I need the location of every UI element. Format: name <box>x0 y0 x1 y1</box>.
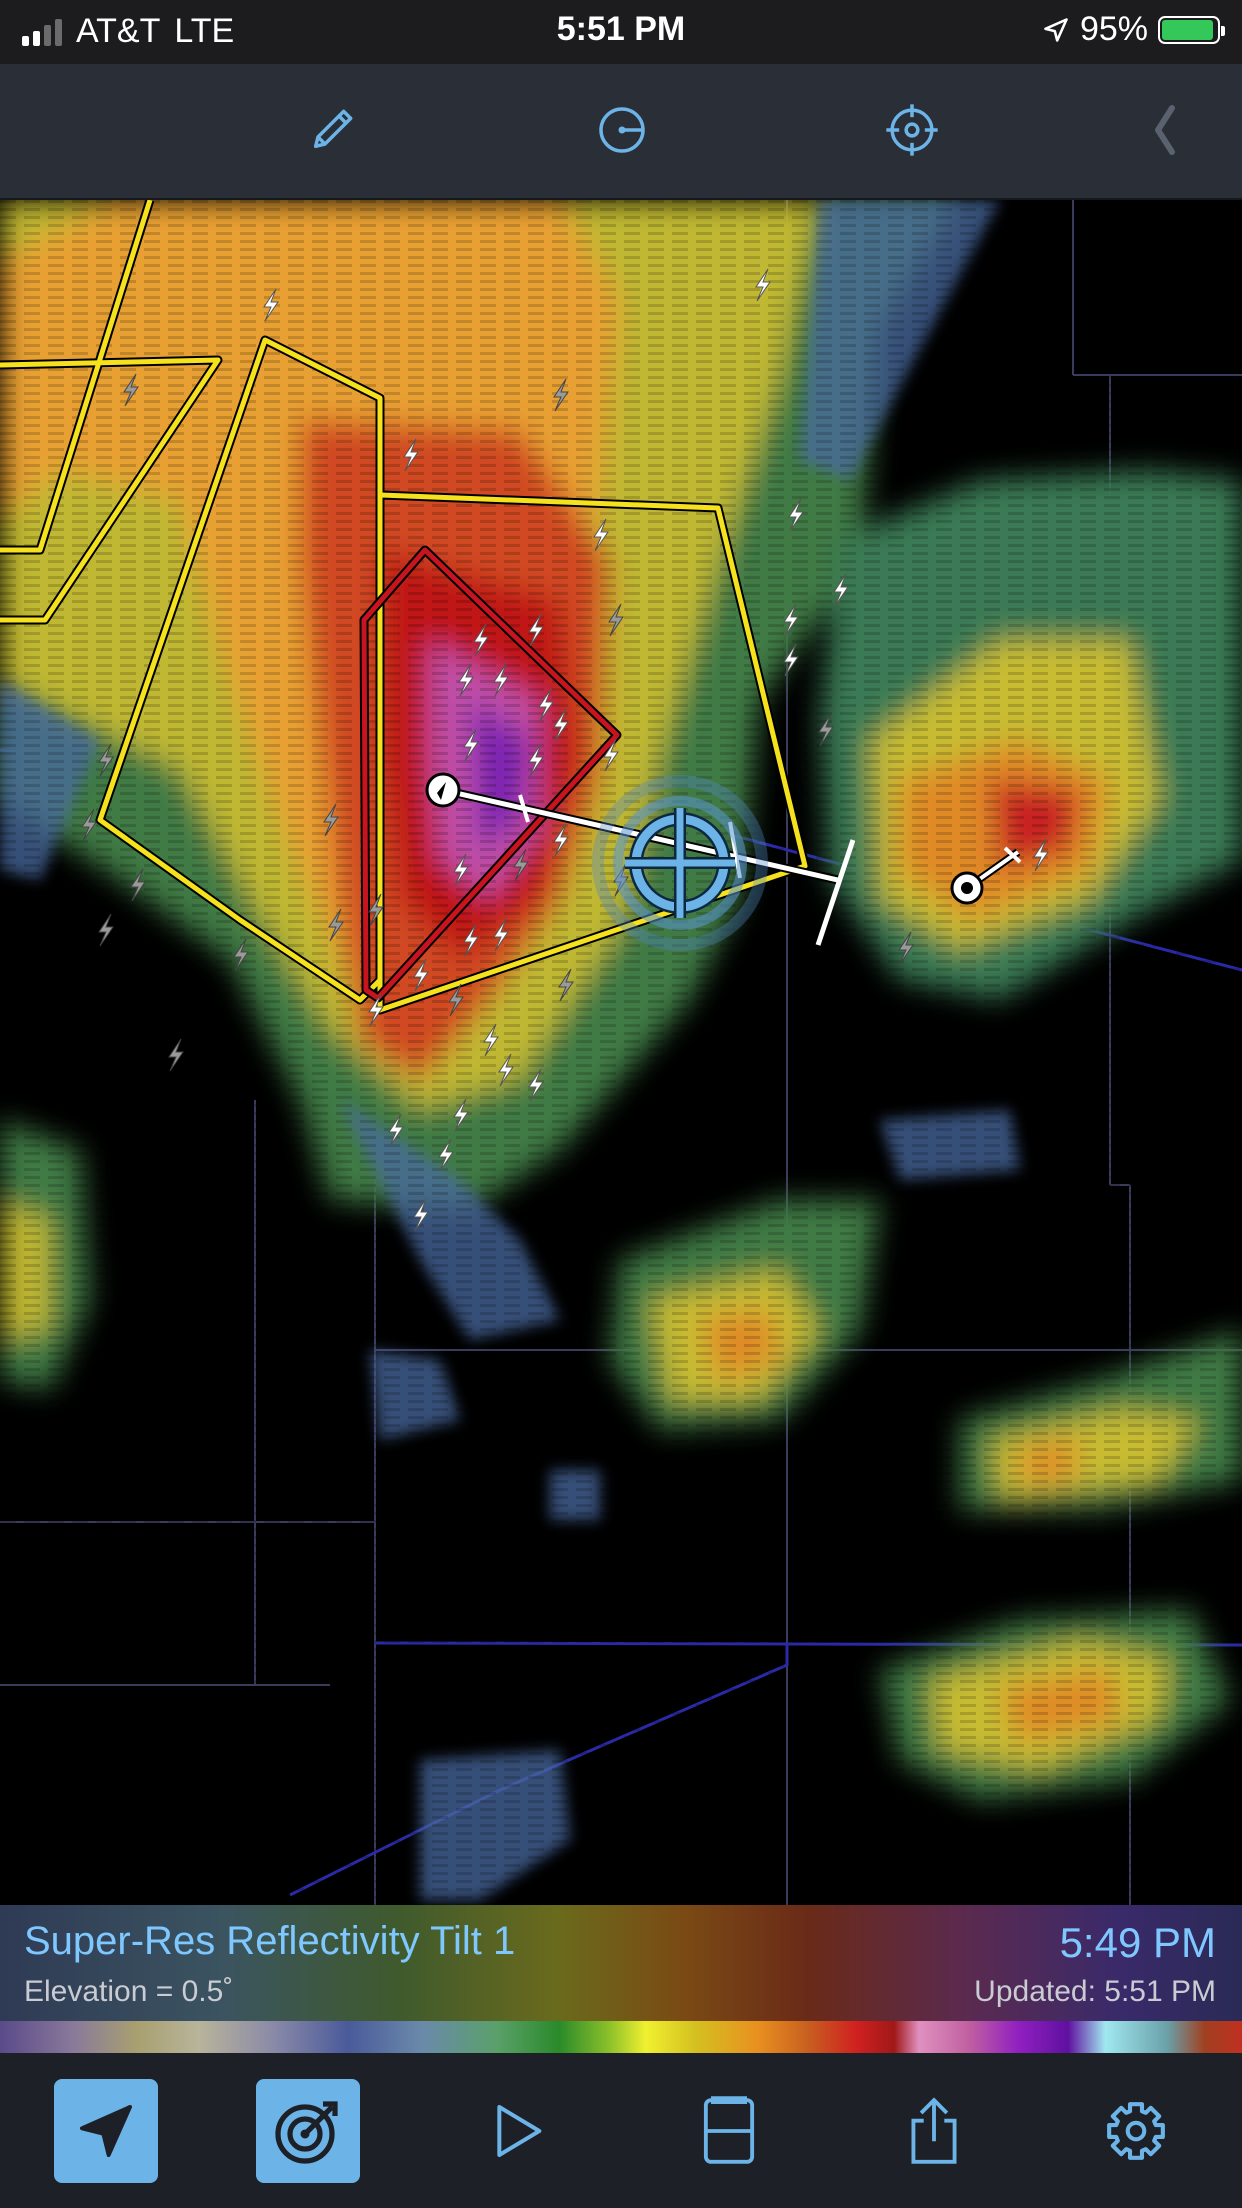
draw-button[interactable] <box>300 98 364 162</box>
location-arrow-icon <box>1044 17 1068 42</box>
radar-map[interactable] <box>0 200 1242 1905</box>
bottom-tab-bar <box>0 2053 1242 2208</box>
gear-icon <box>1107 2102 1165 2160</box>
layout-button[interactable] <box>677 2079 781 2183</box>
status-bar: AT&T LTE 5:51 PM 95% <box>0 0 1242 64</box>
play-button[interactable] <box>466 2079 570 2183</box>
settings-button[interactable] <box>1084 2079 1188 2183</box>
product-title[interactable]: Super-Res Reflectivity Tilt 1 <box>24 1919 515 1964</box>
reflectivity-color-scale <box>0 2021 1242 2053</box>
status-right: 95% <box>1042 10 1225 49</box>
location-arrow-icon <box>80 2105 132 2157</box>
radar-toolbar <box>0 64 1242 200</box>
battery-charging-icon <box>1158 15 1225 44</box>
crosshair-icon[interactable] <box>592 775 768 951</box>
radar-sweep-icon <box>275 2101 338 2164</box>
collapse-button[interactable] <box>1132 98 1196 162</box>
updated-time: Updated: 5:51 PM <box>974 1975 1216 2008</box>
radar-echoes <box>0 200 1242 1905</box>
product-legend[interactable]: Super-Res Reflectivity Tilt 1 Elevation … <box>0 1905 1242 2053</box>
radar-button[interactable] <box>256 2079 360 2183</box>
crosshair-icon <box>886 104 938 156</box>
pencil-icon <box>313 109 353 149</box>
chevron-left-icon <box>1155 105 1175 155</box>
storm-track-button[interactable] <box>590 98 654 162</box>
target-button[interactable] <box>880 98 944 162</box>
circle-line-icon <box>599 107 645 153</box>
split-layout-icon <box>703 2096 755 2164</box>
share-icon <box>911 2097 957 2164</box>
elevation-label: Elevation = 0.5˚ <box>24 1975 234 2008</box>
play-icon <box>497 2105 542 2157</box>
location-button[interactable] <box>54 2079 158 2183</box>
battery-percent: 95% <box>1079 10 1148 48</box>
radar-map-canvas[interactable] <box>0 200 1242 1905</box>
share-button[interactable] <box>882 2079 986 2183</box>
scan-time: 5:49 PM <box>1059 1919 1216 1966</box>
